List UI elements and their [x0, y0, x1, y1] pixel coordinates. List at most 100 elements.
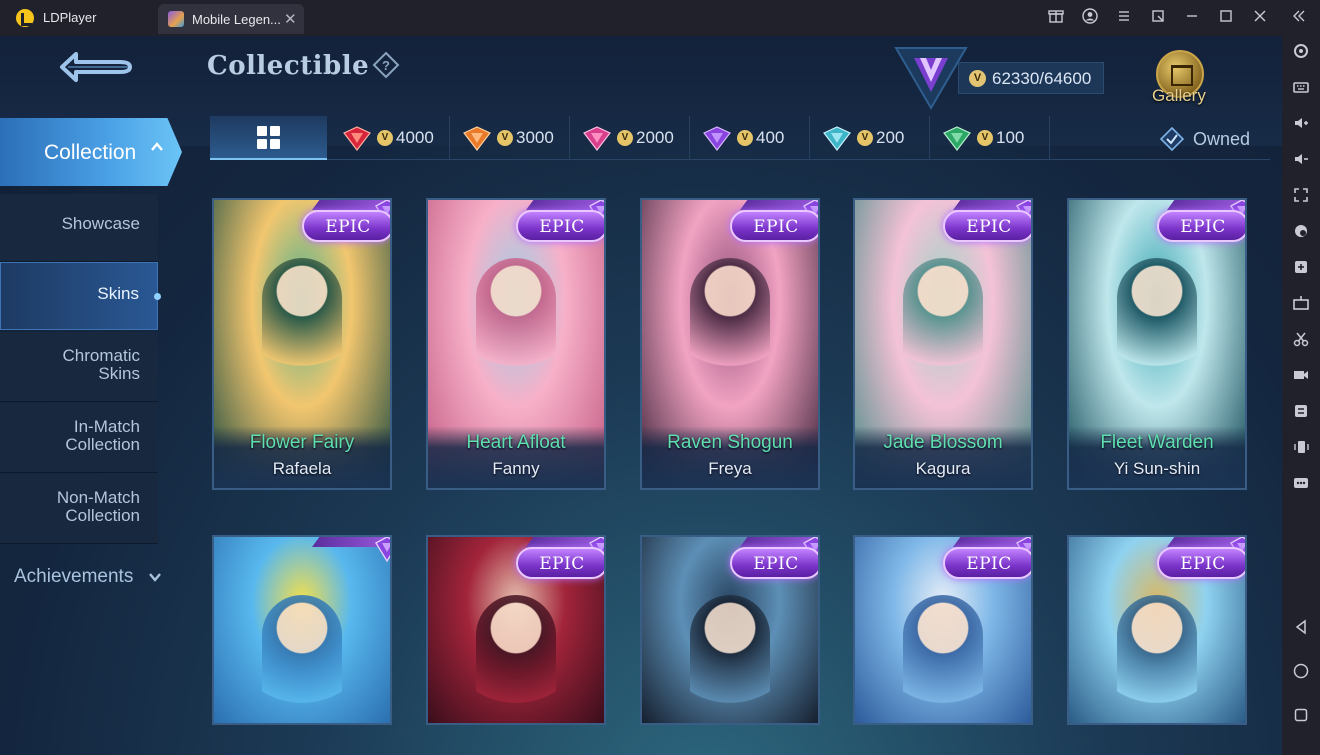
- nav-item-label: In-Match Collection: [65, 417, 140, 454]
- gift-icon[interactable]: [1046, 8, 1066, 28]
- nav-item-chromatic-skins[interactable]: Chromatic Skins: [0, 332, 158, 402]
- emulator-toolbar: [1282, 36, 1320, 755]
- restore-window-icon[interactable]: [1148, 8, 1168, 28]
- nav-item-showcase[interactable]: Showcase: [0, 194, 158, 262]
- skin-name: Fleet Warden: [1100, 432, 1214, 453]
- price-filter-bar: V 4000 V 3000 V 2000 V 400 V 200 V 100 O…: [210, 116, 1270, 160]
- filter-price: 3000: [516, 128, 554, 147]
- home-nav-icon[interactable]: [1291, 662, 1311, 682]
- volume-down-icon[interactable]: [1291, 150, 1311, 170]
- skin-card[interactable]: EPIC Fleet Warden Yi Sun-shin: [1067, 198, 1247, 490]
- close-icon[interactable]: [1250, 8, 1270, 28]
- skin-card[interactable]: EPIC Heart Afloat Fanny: [426, 198, 606, 490]
- video-icon[interactable]: [1291, 366, 1311, 386]
- filter-400[interactable]: V 400: [690, 116, 810, 160]
- coin-icon: V: [497, 130, 513, 146]
- menu-icon[interactable]: [1114, 8, 1134, 28]
- chevron-down-icon[interactable]: [148, 570, 162, 586]
- tab-close-icon[interactable]: ✕: [284, 10, 297, 28]
- hero-figure: [903, 595, 983, 723]
- rarity-label: EPIC: [539, 217, 585, 237]
- help-icon[interactable]: ?: [372, 51, 400, 79]
- filter-200[interactable]: V 200: [810, 116, 930, 160]
- rarity-badge: EPIC: [1157, 547, 1245, 579]
- chevron-up-icon: [150, 140, 164, 158]
- filter-100[interactable]: V 100: [930, 116, 1050, 160]
- filter-4000[interactable]: V 4000: [330, 116, 450, 160]
- rarity-badge: EPIC: [730, 547, 818, 579]
- nav-collection-label: Collection: [44, 141, 137, 164]
- filter-price: 400: [756, 128, 785, 147]
- filter-all-tab[interactable]: [210, 116, 327, 160]
- owned-filter-label[interactable]: Owned: [1193, 129, 1250, 150]
- hero-name: Kagura: [915, 459, 971, 478]
- hero-figure: [903, 258, 983, 408]
- back-button[interactable]: [58, 46, 138, 88]
- account-icon[interactable]: [1080, 8, 1100, 28]
- skin-card[interactable]: [212, 535, 392, 725]
- gem-orange-icon: [463, 126, 491, 151]
- keyboard-icon[interactable]: [1291, 78, 1311, 98]
- fullscreen-icon[interactable]: [1291, 186, 1311, 206]
- hero-name: Rafaela: [272, 459, 332, 478]
- hero-name: Freya: [708, 459, 752, 478]
- page-title: Collectible: [207, 51, 370, 81]
- maximize-icon[interactable]: [1216, 8, 1236, 28]
- tab-label: Mobile Legen...: [192, 12, 281, 27]
- rarity-label: EPIC: [753, 217, 799, 237]
- apk-install-icon[interactable]: [1291, 294, 1311, 314]
- gallery-button[interactable]: Gallery: [1150, 48, 1212, 110]
- settings-icon[interactable]: [1291, 42, 1311, 62]
- more-icon[interactable]: [1291, 474, 1311, 494]
- add-instance-icon[interactable]: [1291, 258, 1311, 278]
- collection-score: V 62330/64600: [958, 62, 1104, 94]
- owned-checkbox-icon[interactable]: [1160, 127, 1184, 151]
- nav-item-label: Skins: [97, 284, 139, 303]
- filter-price: 2000: [636, 128, 674, 147]
- hero-figure: [1117, 595, 1197, 723]
- nav-achievements[interactable]: Achievements: [14, 566, 133, 588]
- skin-card[interactable]: EPIC: [853, 535, 1033, 725]
- rarity-badge: EPIC: [1157, 210, 1245, 242]
- gallery-label: Gallery: [1152, 86, 1206, 105]
- skin-card[interactable]: EPIC: [426, 535, 606, 725]
- nav-item-label: Showcase: [61, 214, 140, 233]
- hero-figure: [690, 595, 770, 723]
- shake-icon[interactable]: [1291, 438, 1311, 458]
- rarity-badge: EPIC: [302, 210, 390, 242]
- skin-card[interactable]: EPIC: [640, 535, 820, 725]
- skin-card[interactable]: EPIC Jade Blossom Kagura: [853, 198, 1033, 490]
- minimize-icon[interactable]: [1182, 8, 1202, 28]
- skin-name: Flower Fairy: [249, 432, 355, 453]
- rarity-label: EPIC: [539, 554, 585, 574]
- collapse-sidebar-icon[interactable]: [1289, 8, 1309, 28]
- nav-item-skins[interactable]: Skins: [0, 262, 161, 330]
- volume-up-icon[interactable]: [1291, 114, 1311, 134]
- rarity-label: EPIC: [1180, 217, 1226, 237]
- recents-nav-icon[interactable]: [1291, 706, 1311, 726]
- rarity-badge: EPIC: [516, 210, 604, 242]
- gem-cyan-icon: [823, 126, 851, 151]
- nav-collection[interactable]: Collection: [0, 116, 188, 188]
- gem-purple-icon: [375, 537, 390, 563]
- grid-icon: [257, 126, 281, 150]
- game-icon: [168, 11, 184, 27]
- coin-icon: V: [977, 130, 993, 146]
- nav-item-in-match-collection[interactable]: In-Match Collection: [0, 403, 158, 473]
- scissors-icon[interactable]: [1291, 330, 1311, 350]
- nav-item-non-match-collection[interactable]: Non-Match Collection: [0, 474, 158, 544]
- skin-card[interactable]: EPIC Flower Fairy Rafaela: [212, 198, 392, 490]
- filter-3000[interactable]: V 3000: [450, 116, 570, 160]
- filter-2000[interactable]: V 2000: [570, 116, 690, 160]
- skin-card[interactable]: EPIC: [1067, 535, 1247, 725]
- back-nav-icon[interactable]: [1291, 618, 1311, 638]
- coin-icon: V: [737, 130, 753, 146]
- hero-figure: [476, 595, 556, 723]
- tab-mobile-legends[interactable]: Mobile Legen... ✕: [158, 4, 304, 34]
- record-icon[interactable]: [1291, 222, 1311, 242]
- skin-card[interactable]: EPIC Raven Shogun Freya: [640, 198, 820, 490]
- nav-item-label: Chromatic Skins: [62, 346, 140, 383]
- sync-icon[interactable]: [1291, 402, 1311, 422]
- gem-red-icon: [343, 126, 371, 151]
- coin-icon: V: [617, 130, 633, 146]
